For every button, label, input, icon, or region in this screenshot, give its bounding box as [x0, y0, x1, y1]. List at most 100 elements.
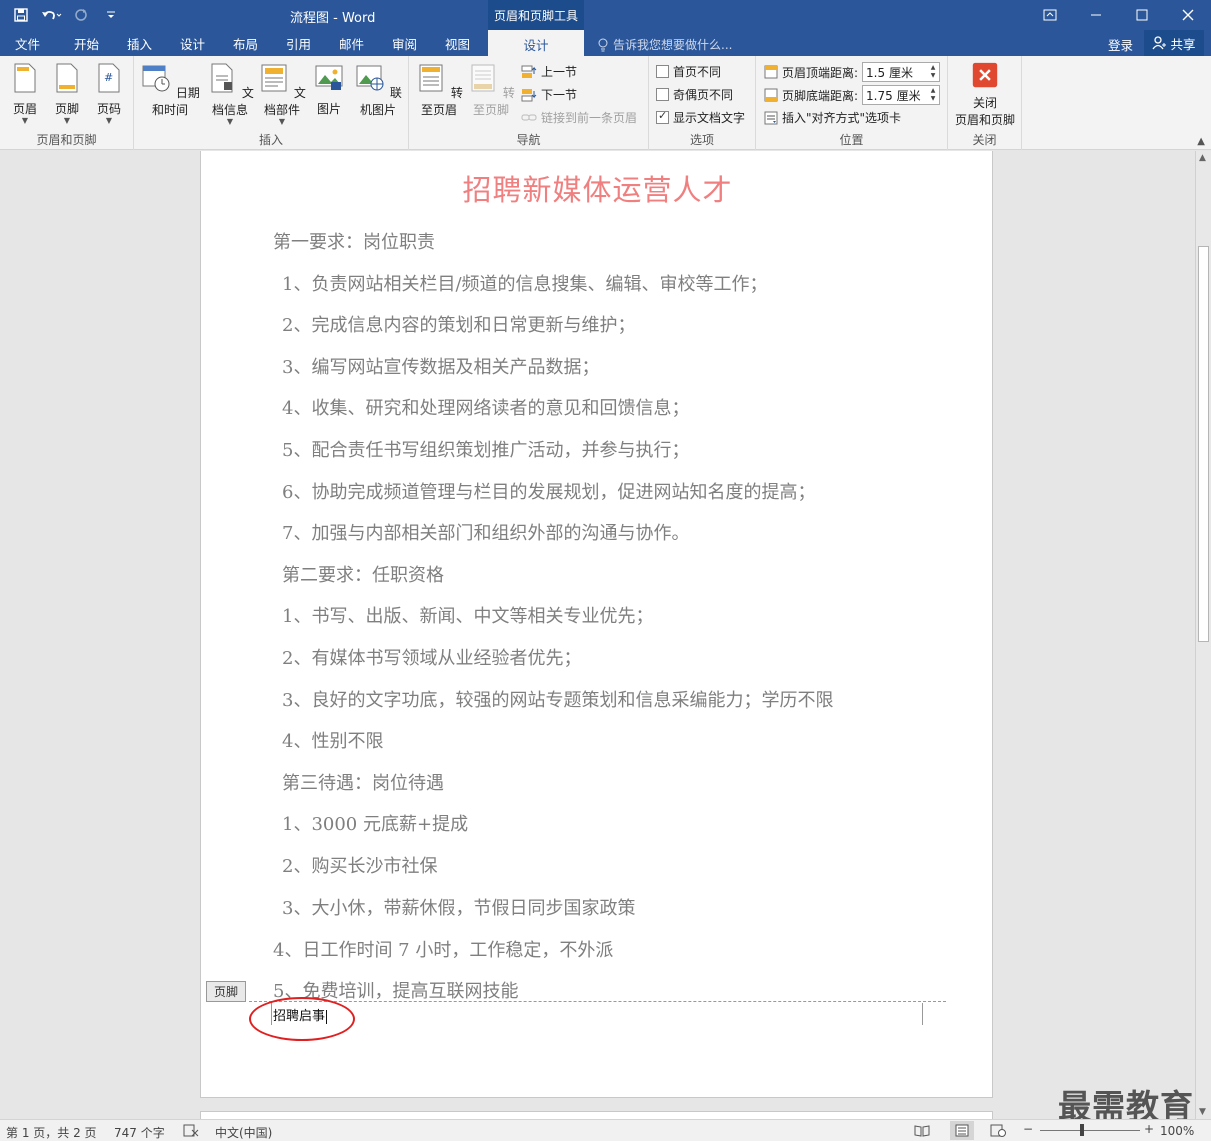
- page-count[interactable]: 第 1 页，共 2 页: [6, 1124, 97, 1141]
- tab-header-footer-design[interactable]: 设计: [488, 30, 584, 56]
- undo-icon[interactable]: [38, 4, 64, 26]
- tell-me-placeholder: 告诉我您想要做什么...: [613, 38, 733, 52]
- tab-design[interactable]: 设计: [180, 34, 205, 53]
- spinner-arrows-icon[interactable]: ▲ ▼: [927, 86, 939, 104]
- collapse-ribbon-icon[interactable]: ▲: [1197, 136, 1205, 147]
- zoom-out-icon[interactable]: −: [1023, 1122, 1033, 1136]
- word-count[interactable]: 747 个字: [114, 1124, 165, 1141]
- quick-parts-icon: [261, 64, 287, 92]
- web-layout-icon[interactable]: [990, 1124, 1006, 1140]
- footer-bottom-spinner[interactable]: 1.75 厘米 ▲ ▼: [862, 85, 941, 105]
- checkbox-checked-icon: [656, 109, 669, 124]
- print-layout-icon[interactable]: [950, 1121, 974, 1140]
- document-area[interactable]: 招聘新媒体运营人才 第一要求：岗位职责 1、负责网站相关栏目/频道的信息搜集、编…: [0, 151, 1195, 1119]
- redo-icon[interactable]: [68, 4, 94, 26]
- insert-alignment-tab-button[interactable]: 插入"对齐方式"选项卡: [764, 109, 901, 126]
- tell-me-box[interactable]: 告诉我您想要做什么...: [597, 36, 732, 53]
- customize-qat-icon[interactable]: [98, 4, 124, 26]
- page-number-button[interactable]: # 页码 ▼: [86, 62, 132, 125]
- checkbox-icon: [656, 88, 669, 101]
- body-line: 3、良好的文字功底，较强的网站专题策划和信息采编能力；学历不限: [282, 690, 834, 711]
- share-label: 共享: [1170, 36, 1196, 52]
- alignment-tab-icon: [764, 111, 778, 124]
- vertical-scrollbar[interactable]: ▲ ▼: [1195, 151, 1211, 1119]
- spinner-arrows-icon[interactable]: ▲ ▼: [927, 63, 939, 81]
- zoom-slider[interactable]: [1040, 1130, 1140, 1131]
- tab-references[interactable]: 引用: [286, 34, 311, 53]
- document-page-2[interactable]: [200, 1111, 993, 1119]
- ribbon-display-options-icon[interactable]: [1027, 0, 1073, 30]
- tab-home[interactable]: 开始: [74, 34, 99, 53]
- tab-insert[interactable]: 插入: [127, 34, 152, 53]
- close-header-footer-button[interactable]: 关闭 页眉和页脚: [950, 62, 1020, 128]
- group-options: 首页不同 奇偶页不同 显示文档文字 选项: [649, 56, 756, 150]
- window-controls: [1027, 0, 1211, 30]
- header-button[interactable]: 页眉 ▼: [2, 62, 48, 125]
- link-to-previous-button[interactable]: 链接到前一条页眉: [521, 109, 637, 126]
- tab-layout[interactable]: 布局: [233, 34, 258, 53]
- minimize-icon[interactable]: [1073, 0, 1119, 30]
- group-navigation: 转至页眉 转至页脚 上一节 下一节 链接到前一条页眉 导航: [409, 56, 649, 150]
- quick-access-toolbar: [8, 4, 124, 26]
- date-time-button[interactable]: 日期和时间: [139, 62, 201, 118]
- show-document-text-checkbox[interactable]: 显示文档文字: [656, 109, 745, 126]
- group-label: 关闭: [972, 133, 997, 147]
- sign-in-link[interactable]: 登录: [1108, 35, 1133, 54]
- proofing-icon[interactable]: [183, 1124, 199, 1140]
- read-mode-icon[interactable]: [914, 1124, 930, 1140]
- footer-bottom-row: 页脚底端距离: 1.75 厘米 ▲ ▼: [764, 85, 941, 105]
- next-section-button[interactable]: 下一节: [521, 86, 577, 103]
- zoom-slider-knob[interactable]: [1080, 1124, 1084, 1136]
- maximize-icon[interactable]: [1119, 0, 1165, 30]
- group-label: 位置: [839, 133, 864, 147]
- picture-icon: [315, 65, 343, 90]
- checkbox-icon: [656, 65, 669, 78]
- body-line: 5、配合责任书写组织策划推广活动，并参与执行；: [282, 440, 690, 461]
- header-top-spinner[interactable]: 1.5 厘米 ▲ ▼: [862, 62, 941, 82]
- zoom-level[interactable]: 100%: [1160, 1124, 1194, 1138]
- tab-view[interactable]: 视图: [445, 34, 470, 53]
- footer-tag: 页脚: [206, 981, 246, 1002]
- group-position: 页眉顶端距离: 1.5 厘米 ▲ ▼ 页脚底端距离: 1.75 厘米 ▲ ▼ 插入"…: [756, 56, 948, 150]
- tab-file[interactable]: 文件: [15, 34, 40, 53]
- body-line: 7、加强与内部相关部门和组织外部的沟通与协作。: [282, 523, 690, 544]
- picture-button[interactable]: 图片: [309, 62, 349, 117]
- contextual-tool-label: 页眉和页脚工具: [488, 0, 584, 30]
- share-button[interactable]: 共享: [1144, 30, 1204, 56]
- different-odd-even-checkbox[interactable]: 奇偶页不同: [656, 86, 733, 103]
- document-info-button[interactable]: 文档信息 ▼: [204, 62, 256, 126]
- header-position-icon: [764, 65, 778, 79]
- document-heading: 招聘新媒体运营人才: [462, 173, 733, 207]
- body-line: 第二要求：任职资格: [282, 565, 444, 586]
- scroll-down-icon[interactable]: ▼: [1199, 1107, 1206, 1117]
- footer-bottom-label: 页脚底端距离:: [782, 88, 859, 103]
- scrollbar-thumb[interactable]: [1198, 246, 1209, 642]
- body-line: 1、书写、出版、新闻、中文等相关专业优先；: [282, 606, 654, 627]
- language-indicator[interactable]: 中文(中国): [215, 1124, 272, 1141]
- go-to-footer-button[interactable]: 转至页脚: [465, 62, 517, 118]
- document-info-icon: [211, 63, 233, 93]
- group-label: 插入: [258, 133, 283, 147]
- svg-text:#: #: [104, 71, 113, 84]
- go-to-header-button[interactable]: 转至页眉: [413, 62, 465, 118]
- body-line: 第三待遇：岗位待遇: [282, 773, 444, 794]
- body-line: 4、性别不限: [282, 731, 384, 752]
- lightbulb-icon: [598, 38, 608, 51]
- group-label: 选项: [689, 133, 714, 147]
- close-icon[interactable]: [1165, 0, 1211, 30]
- online-pictures-button[interactable]: 联机图片: [350, 62, 406, 118]
- body-line: 6、协助完成频道管理与栏目的发展规划，促进网站知名度的提高；: [282, 482, 816, 503]
- quick-parts-button[interactable]: 文档部件 ▼: [256, 62, 308, 126]
- body-line: 1、3000 元底薪+提成: [282, 814, 469, 835]
- zoom-in-icon[interactable]: +: [1144, 1122, 1154, 1136]
- tab-mailings[interactable]: 邮件: [339, 34, 364, 53]
- save-icon[interactable]: [8, 4, 34, 26]
- footer-button[interactable]: 页脚 ▼: [44, 62, 90, 125]
- previous-section-button[interactable]: 上一节: [521, 63, 577, 80]
- different-first-page-checkbox[interactable]: 首页不同: [656, 63, 721, 80]
- scroll-up-icon[interactable]: ▲: [1199, 153, 1206, 163]
- online-pictures-icon: [356, 65, 384, 91]
- tab-review[interactable]: 审阅: [392, 34, 417, 53]
- go-to-header-icon: [419, 64, 443, 92]
- document-page[interactable]: 招聘新媒体运营人才 第一要求：岗位职责 1、负责网站相关栏目/频道的信息搜集、编…: [200, 151, 993, 1098]
